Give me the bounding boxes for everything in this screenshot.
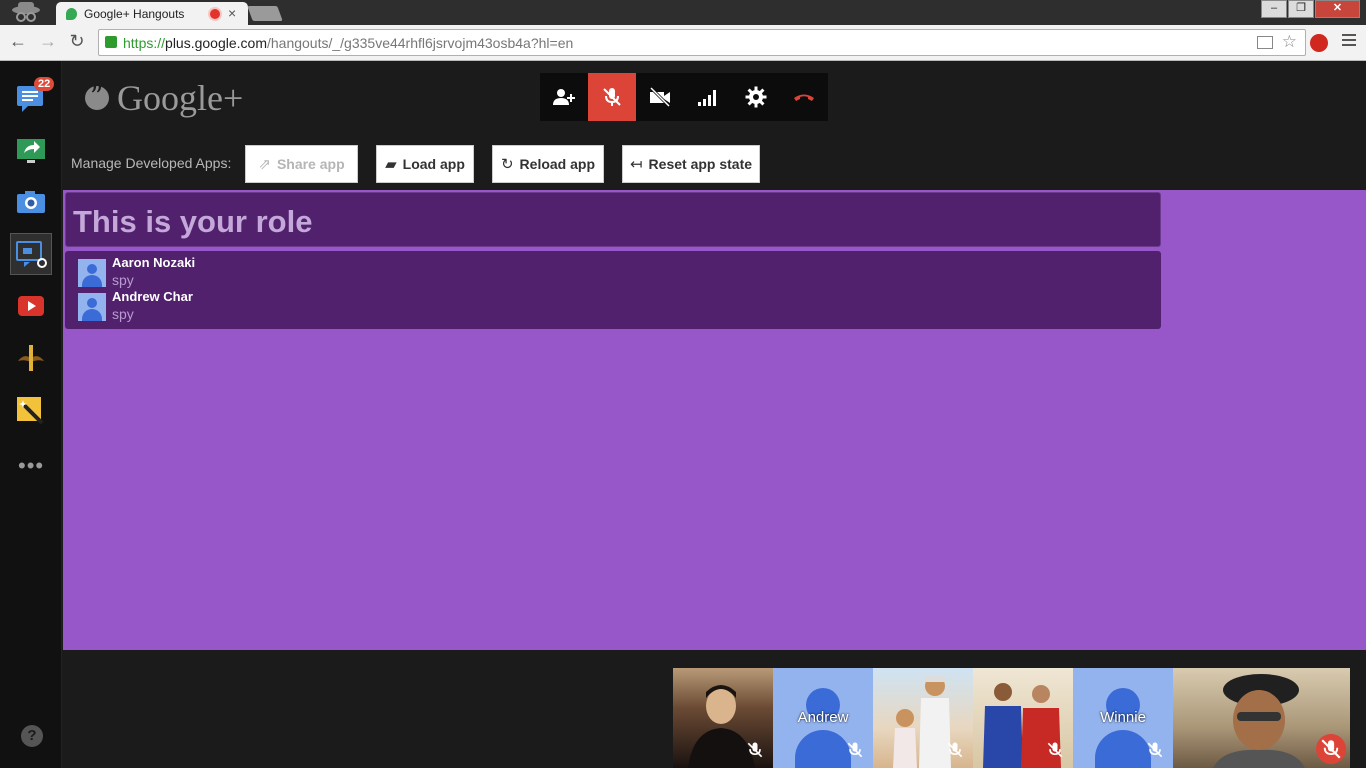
reload-icon[interactable]: ↻ [65,31,89,52]
help-icon[interactable]: ? [21,725,43,747]
load-app-button[interactable]: ▰ Load app [376,145,474,183]
participant-name: Andrew [797,709,849,726]
participant-thumb[interactable] [973,668,1073,768]
chat-icon[interactable]: 22 [14,77,55,115]
invite-button[interactable] [540,73,588,121]
camera-permission-icon[interactable] [1257,36,1273,49]
restore-button[interactable]: ❐ [1288,0,1314,18]
chrome-menu-icon[interactable] [1342,34,1356,49]
player-name: Andrew Char [112,289,193,304]
role-header: This is your role [65,192,1161,247]
role-title: This is your role [73,204,313,239]
url-text[interactable]: https://plus.google.com/hangouts/_/g335v… [123,35,573,51]
browser-toolbar: ← → ↻ https://plus.google.com/hangouts/_… [0,25,1366,61]
manage-apps-label: Manage Developed Apps: [71,155,232,171]
recording-icon [210,9,220,19]
players-list: Aaron Nozaki spy Andrew Char spy [65,251,1161,329]
close-window-button[interactable]: ✕ [1315,0,1360,18]
player-name: Aaron Nozaki [112,255,196,270]
mic-muted-icon [603,88,621,106]
hangup-icon [794,94,814,101]
mic-muted-icon [1316,734,1346,764]
signal-bars-icon [698,90,716,106]
incognito-icon [12,2,40,22]
hangout-main: Google+ Manage Developed Apps: ⇗Share ap… [63,61,1366,768]
mic-muted-icon [1147,742,1163,758]
tab-close-button[interactable]: × [228,5,236,21]
reset-app-state-button[interactable]: ↤ Reset app state [622,145,760,183]
call-controls [540,73,828,121]
camera-toggle-button[interactable] [636,73,684,121]
player-role: spy [112,272,134,288]
folder-icon: ▰ [385,156,397,173]
camera-icon[interactable] [14,185,48,219]
camera-off-icon [649,86,671,108]
refresh-icon: ↻ [500,156,514,173]
minimize-button[interactable]: ‒ [1261,0,1287,18]
hangup-button[interactable] [780,73,828,121]
avatar [78,293,106,321]
self-view-thumb[interactable] [1173,668,1350,768]
mic-muted-icon [847,742,863,758]
lock-icon [105,36,117,48]
logo-text: Google+ [117,78,244,118]
app-dev-icon[interactable] [10,233,52,275]
participant-name: Winnie [1100,709,1146,726]
window-controls: ‒ ❐ ✕ [1260,0,1360,18]
screenshare-icon[interactable] [14,133,48,167]
tab-hangouts[interactable]: Google+ Hangouts × [56,2,248,26]
chat-badge: 22 [34,77,55,91]
back-icon[interactable]: ← [6,31,30,52]
forward-icon[interactable]: → [36,31,60,52]
participant-thumb[interactable]: Winnie [1073,668,1173,768]
player-role: spy [112,306,134,322]
gear-icon [745,86,767,108]
add-person-icon [553,89,575,105]
avatar [78,259,106,287]
address-bar[interactable]: https://plus.google.com/hangouts/_/g335v… [98,29,1306,56]
youtube-icon[interactable] [14,289,48,323]
avatar [795,688,851,768]
hangouts-favicon-icon [66,8,77,20]
back-arrow-icon: ↤ [629,156,643,173]
wand-icon[interactable] [14,393,48,427]
tab-title: Google+ Hangouts [84,7,185,21]
new-tab-button[interactable] [247,6,283,21]
participant-thumb[interactable] [873,668,973,768]
browser-titlebar: Google+ Hangouts × ‒ ❐ ✕ [0,0,1366,26]
mustache-icon[interactable] [14,341,48,375]
share-app-button[interactable]: ⇗ Share app [245,145,358,183]
share-icon: ⇗ [258,156,271,173]
more-apps-icon[interactable]: ••• [18,453,44,479]
google-plus-logo: Google+ [85,77,243,119]
hangouts-logo-icon [85,82,109,112]
participant-filmstrip: Andrew Winnie [673,668,1350,768]
settings-button[interactable] [732,73,780,121]
mic-muted-icon [747,742,763,758]
participant-thumb[interactable]: Andrew [773,668,873,768]
app-stage: This is your role Aaron Nozaki spy Andre… [63,190,1366,650]
mic-muted-icon [947,742,963,758]
bookmark-star-icon[interactable]: ☆ [1282,32,1297,52]
mute-mic-button[interactable] [588,73,636,121]
app-rail: 22 ••• ? [0,61,62,768]
mic-muted-icon [1047,742,1063,758]
avatar [1095,688,1151,768]
reload-app-button[interactable]: ↻ Reload app [492,145,604,183]
bandwidth-button[interactable] [684,73,732,121]
participant-thumb[interactable] [673,668,773,768]
extension-icon[interactable] [1310,34,1328,52]
